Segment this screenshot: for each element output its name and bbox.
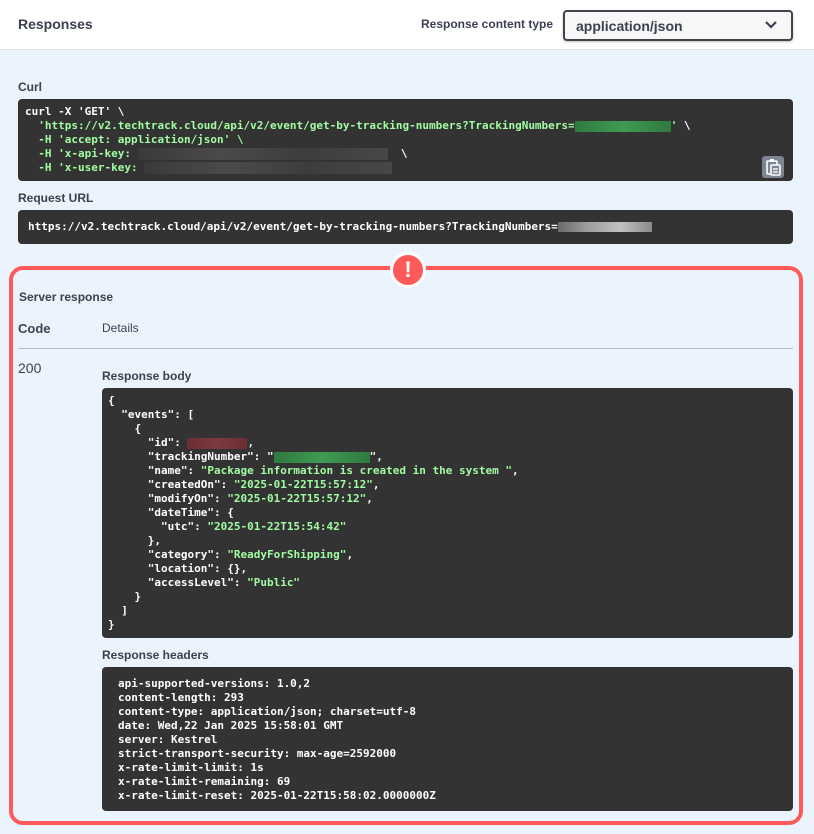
redacted-user-key	[144, 162, 393, 174]
exclamation-alert-icon: !	[390, 252, 426, 288]
response-header-line: content-type: application/json; charset=…	[118, 705, 417, 718]
request-url-line: https://v2.techtrack.cloud/api/v2/event/…	[28, 220, 652, 234]
json-key-utc: "utc":	[108, 520, 208, 533]
details-column-header: Details	[102, 321, 139, 335]
json-punct: ,	[247, 436, 255, 449]
json-line: "location": {},	[108, 562, 248, 575]
curl-user-key-header: -H 'x-user-key:	[25, 161, 145, 174]
curl-line-3: -H 'accept: application/json' \	[25, 133, 244, 146]
json-line: },	[108, 534, 161, 547]
json-line-created: "createdOn": "2025-01-22T15:57:12",	[108, 478, 380, 491]
redacted-api-key	[137, 148, 388, 160]
json-line: ]	[108, 604, 128, 617]
curl-line-1: curl -X 'GET' \	[25, 105, 125, 118]
response-header-line: content-length: 293	[118, 691, 244, 704]
redacted-tracking-number	[574, 120, 671, 132]
chevron-down-icon	[765, 21, 777, 29]
json-value-utc: "2025-01-22T15:54:42"	[207, 520, 347, 533]
response-content-type-value: application/json	[576, 18, 683, 34]
response-header-line: x-rate-limit-limit: 1s	[118, 761, 264, 774]
json-line: {	[108, 422, 142, 435]
response-header-line: date: Wed,22 Jan 2025 15:58:01 GMT	[118, 719, 344, 732]
responses-title: Responses	[18, 16, 93, 32]
curl-api-key-header: -H 'x-api-key:	[25, 147, 138, 160]
json-line-utc: "utc": "2025-01-22T15:54:42"	[108, 520, 346, 534]
json-key-created: "createdOn":	[108, 478, 234, 491]
curl-line-2: 'https://v2.techtrack.cloud/api/v2/event…	[25, 119, 691, 132]
curl-code-block[interactable]: curl -X 'GET' \ 'https://v2.techtrack.cl…	[18, 99, 793, 181]
json-key-id: "id":	[108, 436, 188, 449]
curl-line-5: -H 'x-user-key:	[25, 161, 393, 175]
response-header-line: api-supported-versions: 1.0,2	[118, 677, 311, 690]
server-response-label: Server response	[19, 290, 114, 304]
copy-to-clipboard-button[interactable]	[762, 156, 784, 178]
request-url-block[interactable]: https://v2.techtrack.cloud/api/v2/event/…	[18, 210, 793, 244]
response-header-line: server: Kestrel	[118, 733, 218, 746]
curl-url: 'https://v2.techtrack.cloud/api/v2/event…	[25, 119, 575, 132]
json-line: }	[108, 618, 115, 631]
json-key-category: "category":	[108, 548, 228, 561]
json-key-access: "accessLevel":	[108, 576, 248, 589]
json-value-modify: "2025-01-22T15:57:12"	[227, 492, 367, 505]
json-line-category: "category": "ReadyForShipping",	[108, 548, 354, 561]
clipboard-copy-icon	[766, 159, 781, 176]
json-line: "dateTime": {	[108, 506, 234, 519]
response-header-line: x-rate-limit-reset: 2025-01-22T15:58:02.…	[118, 789, 436, 802]
curl-label: Curl	[18, 80, 42, 94]
response-header-line: strict-transport-security: max-age=25920…	[118, 747, 397, 760]
json-value-name: "Package information is created in the s…	[200, 464, 512, 477]
redacted-tracking-number	[557, 222, 652, 232]
redacted-tracking-number	[273, 451, 370, 463]
response-headers-label: Response headers	[102, 648, 209, 662]
json-line-id: "id": ,	[108, 436, 254, 450]
json-line-access: "accessLevel": "Public"	[108, 576, 300, 590]
table-divider	[18, 348, 793, 349]
request-url-label: Request URL	[18, 191, 94, 205]
json-value-category: "ReadyForShipping"	[227, 548, 347, 561]
response-body-block[interactable]: { "events": [ { "id": , "trackingNumber"…	[102, 388, 793, 638]
json-line: {	[108, 394, 115, 407]
json-value-created: "2025-01-22T15:57:12"	[233, 478, 373, 491]
redacted-id	[187, 437, 248, 449]
json-line: }	[108, 590, 142, 603]
response-headers-block[interactable]: api-supported-versions: 1.0,2 content-le…	[102, 667, 793, 811]
response-content-type-select[interactable]: application/json	[563, 10, 793, 41]
response-status-code: 200	[18, 360, 42, 376]
json-line-tracking: "trackingNumber": " ",	[108, 450, 383, 464]
responses-header: Responses Response content type applicat…	[0, 0, 814, 50]
response-content-type-label: Response content type	[421, 17, 554, 31]
json-line-modify: "modifyOn": "2025-01-22T15:57:12",	[108, 492, 373, 505]
json-line: "events": [	[108, 408, 195, 421]
json-punct: ",	[369, 450, 383, 463]
json-line-name: "name": "Package information is created …	[108, 464, 519, 477]
json-key-tracking: "trackingNumber": "	[108, 450, 274, 463]
response-header-line: x-rate-limit-remaining: 69	[118, 775, 291, 788]
json-key-name: "name":	[108, 464, 201, 477]
request-url-value: https://v2.techtrack.cloud/api/v2/event/…	[28, 220, 558, 233]
json-value-access: "Public"	[247, 576, 301, 589]
curl-line-4: -H 'x-api-key: \	[25, 147, 408, 160]
response-body-label: Response body	[102, 369, 192, 383]
json-key-modify: "modifyOn":	[108, 492, 228, 505]
code-column-header: Code	[18, 321, 51, 336]
